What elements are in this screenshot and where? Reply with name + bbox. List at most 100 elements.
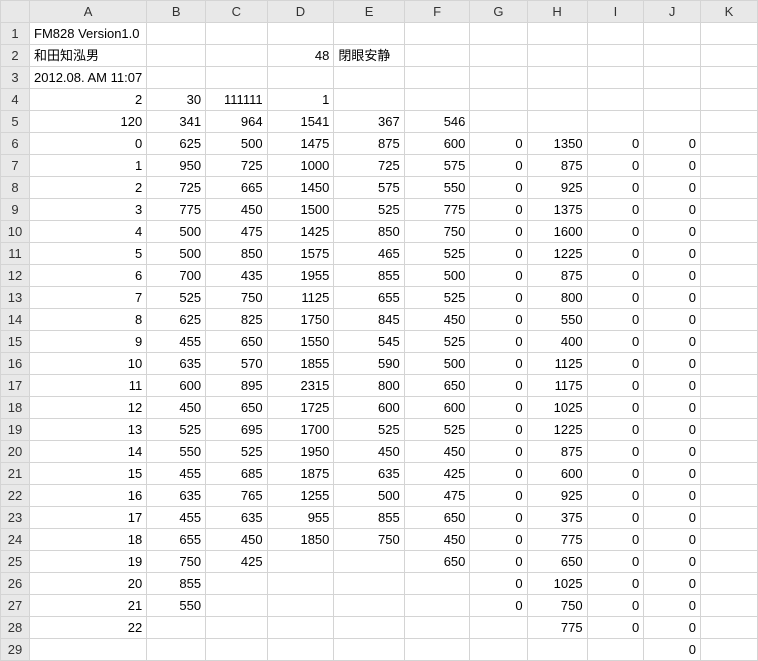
cell-E9[interactable]: 525 <box>334 199 404 221</box>
cell-J29[interactable]: 0 <box>644 639 701 661</box>
cell-B9[interactable]: 775 <box>147 199 206 221</box>
cell-C13[interactable]: 750 <box>206 287 267 309</box>
cell-H6[interactable]: 1350 <box>527 133 587 155</box>
cell-D7[interactable]: 1000 <box>267 155 334 177</box>
cell-A20[interactable]: 14 <box>30 441 147 463</box>
cell-I23[interactable]: 0 <box>587 507 644 529</box>
cell-A10[interactable]: 4 <box>30 221 147 243</box>
cell-F5[interactable]: 546 <box>404 111 470 133</box>
cell-B20[interactable]: 550 <box>147 441 206 463</box>
cell-G6[interactable]: 0 <box>470 133 527 155</box>
cell-J18[interactable]: 0 <box>644 397 701 419</box>
cell-C15[interactable]: 650 <box>206 331 267 353</box>
cell-B12[interactable]: 700 <box>147 265 206 287</box>
cell-J3[interactable] <box>644 67 701 89</box>
column-header-B[interactable]: B <box>147 1 206 23</box>
cell-B13[interactable]: 525 <box>147 287 206 309</box>
cell-C25[interactable]: 425 <box>206 551 267 573</box>
cell-F11[interactable]: 525 <box>404 243 470 265</box>
cell-I28[interactable]: 0 <box>587 617 644 639</box>
cell-C23[interactable]: 635 <box>206 507 267 529</box>
cell-I8[interactable]: 0 <box>587 177 644 199</box>
cell-K6[interactable] <box>700 133 757 155</box>
cell-G10[interactable]: 0 <box>470 221 527 243</box>
column-header-G[interactable]: G <box>470 1 527 23</box>
cell-G18[interactable]: 0 <box>470 397 527 419</box>
cell-E13[interactable]: 655 <box>334 287 404 309</box>
cell-D25[interactable] <box>267 551 334 573</box>
cell-B10[interactable]: 500 <box>147 221 206 243</box>
cell-D8[interactable]: 1450 <box>267 177 334 199</box>
cell-A26[interactable]: 20 <box>30 573 147 595</box>
cell-K9[interactable] <box>700 199 757 221</box>
row-header[interactable]: 19 <box>1 419 30 441</box>
cell-E25[interactable] <box>334 551 404 573</box>
cell-H20[interactable]: 875 <box>527 441 587 463</box>
cell-B26[interactable]: 855 <box>147 573 206 595</box>
cell-A19[interactable]: 13 <box>30 419 147 441</box>
cell-I10[interactable]: 0 <box>587 221 644 243</box>
cell-C26[interactable] <box>206 573 267 595</box>
cell-K20[interactable] <box>700 441 757 463</box>
cell-E10[interactable]: 850 <box>334 221 404 243</box>
cell-A3[interactable]: 2012.08. AM 11:07 <box>30 67 147 89</box>
cell-J28[interactable]: 0 <box>644 617 701 639</box>
cell-J1[interactable] <box>644 23 701 45</box>
cell-A5[interactable]: 120 <box>30 111 147 133</box>
cell-C2[interactable] <box>206 45 267 67</box>
cell-B27[interactable]: 550 <box>147 595 206 617</box>
cell-G24[interactable]: 0 <box>470 529 527 551</box>
cell-B1[interactable] <box>147 23 206 45</box>
cell-G9[interactable]: 0 <box>470 199 527 221</box>
row-header[interactable]: 1 <box>1 23 30 45</box>
cell-D24[interactable]: 1850 <box>267 529 334 551</box>
cell-I25[interactable]: 0 <box>587 551 644 573</box>
cell-A18[interactable]: 12 <box>30 397 147 419</box>
cell-H10[interactable]: 1600 <box>527 221 587 243</box>
cell-K12[interactable] <box>700 265 757 287</box>
cell-K1[interactable] <box>700 23 757 45</box>
cell-D11[interactable]: 1575 <box>267 243 334 265</box>
row-header[interactable]: 7 <box>1 155 30 177</box>
cell-E17[interactable]: 800 <box>334 375 404 397</box>
cell-H29[interactable] <box>527 639 587 661</box>
cell-E2[interactable]: 閉眼安静 <box>334 45 404 67</box>
row-header[interactable]: 5 <box>1 111 30 133</box>
cell-J10[interactable]: 0 <box>644 221 701 243</box>
cell-G12[interactable]: 0 <box>470 265 527 287</box>
cell-H17[interactable]: 1175 <box>527 375 587 397</box>
cell-B14[interactable]: 625 <box>147 309 206 331</box>
cell-C22[interactable]: 765 <box>206 485 267 507</box>
cell-I19[interactable]: 0 <box>587 419 644 441</box>
cell-K15[interactable] <box>700 331 757 353</box>
cell-I16[interactable]: 0 <box>587 353 644 375</box>
cell-I21[interactable]: 0 <box>587 463 644 485</box>
cell-H13[interactable]: 800 <box>527 287 587 309</box>
cell-H8[interactable]: 925 <box>527 177 587 199</box>
cell-I14[interactable]: 0 <box>587 309 644 331</box>
cell-F28[interactable] <box>404 617 470 639</box>
cell-H19[interactable]: 1225 <box>527 419 587 441</box>
cell-C4[interactable]: 111111 <box>206 89 267 111</box>
cell-F17[interactable]: 650 <box>404 375 470 397</box>
cell-E18[interactable]: 600 <box>334 397 404 419</box>
cell-E1[interactable] <box>334 23 404 45</box>
row-header[interactable]: 8 <box>1 177 30 199</box>
row-header[interactable]: 26 <box>1 573 30 595</box>
cell-B6[interactable]: 625 <box>147 133 206 155</box>
cell-B28[interactable] <box>147 617 206 639</box>
cell-F23[interactable]: 650 <box>404 507 470 529</box>
cell-A14[interactable]: 8 <box>30 309 147 331</box>
cell-D28[interactable] <box>267 617 334 639</box>
cell-F1[interactable] <box>404 23 470 45</box>
cell-D1[interactable] <box>267 23 334 45</box>
cell-H21[interactable]: 600 <box>527 463 587 485</box>
cell-G27[interactable]: 0 <box>470 595 527 617</box>
cell-J6[interactable]: 0 <box>644 133 701 155</box>
cell-J27[interactable]: 0 <box>644 595 701 617</box>
cell-K22[interactable] <box>700 485 757 507</box>
cell-B22[interactable]: 635 <box>147 485 206 507</box>
cell-C12[interactable]: 435 <box>206 265 267 287</box>
cell-D20[interactable]: 1950 <box>267 441 334 463</box>
cell-H24[interactable]: 775 <box>527 529 587 551</box>
